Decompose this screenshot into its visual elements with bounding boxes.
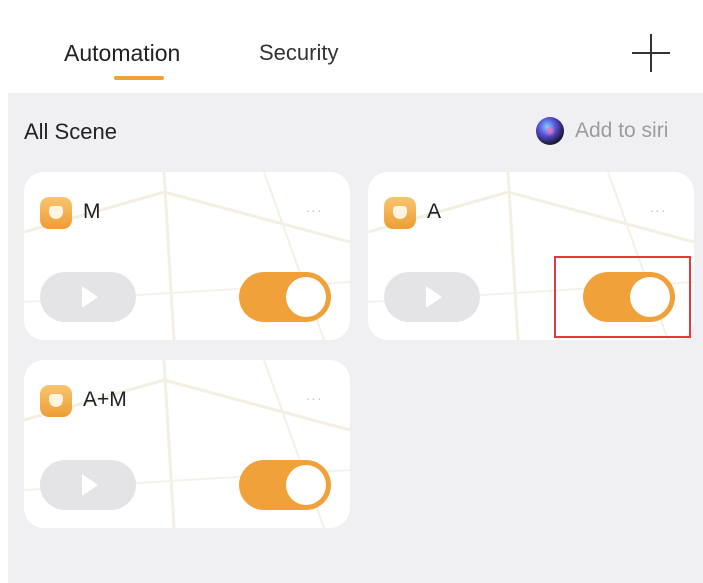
toggle-knob xyxy=(286,465,326,505)
active-tab-indicator xyxy=(114,76,164,80)
play-button[interactable] xyxy=(384,272,480,322)
scene-toggle[interactable] xyxy=(239,460,331,510)
siri-icon xyxy=(536,117,564,145)
scene-icon xyxy=(40,197,72,229)
scene-list-panel: All Scene Add to siri M ··· A ··· A+M ··… xyxy=(8,93,703,583)
scene-icon xyxy=(384,197,416,229)
highlight-box xyxy=(554,256,691,338)
scene-name: A+M xyxy=(83,388,127,411)
scene-card-m[interactable]: M ··· xyxy=(24,172,350,340)
play-button[interactable] xyxy=(40,272,136,322)
scene-icon xyxy=(40,385,72,417)
scene-name: A xyxy=(427,200,442,223)
add-to-siri-label: Add to siri xyxy=(575,119,669,142)
scene-toggle[interactable] xyxy=(239,272,331,322)
add-to-siri-button[interactable]: Add to siri xyxy=(536,117,668,145)
section-title: All Scene xyxy=(24,119,117,144)
plus-icon[interactable] xyxy=(628,30,674,76)
toggle-knob xyxy=(286,277,326,317)
more-icon[interactable]: ··· xyxy=(294,198,334,222)
scene-name: M xyxy=(83,200,101,223)
scene-card-a-m[interactable]: A+M ··· xyxy=(24,360,350,528)
tab-automation[interactable]: Automation xyxy=(64,40,180,67)
tab-security[interactable]: Security xyxy=(259,40,338,66)
top-bar: Automation Security xyxy=(0,0,703,93)
more-icon[interactable]: ··· xyxy=(294,386,334,410)
more-icon[interactable]: ··· xyxy=(638,198,678,222)
play-button[interactable] xyxy=(40,460,136,510)
